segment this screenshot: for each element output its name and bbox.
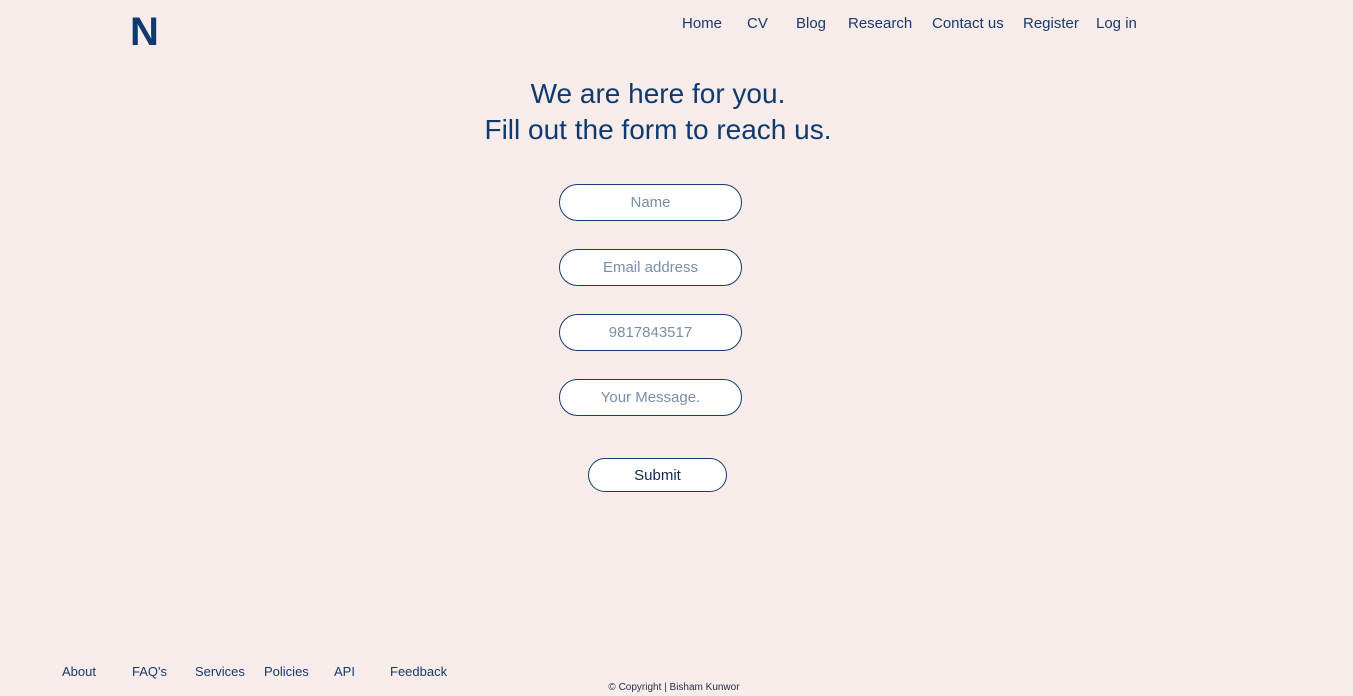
nav-register-link[interactable]: Register xyxy=(1023,15,1079,33)
hero-heading-line-1: We are here for you. xyxy=(530,78,786,109)
name-input[interactable] xyxy=(559,184,742,221)
copyright-text: © Copyright | Bisham Kunwor xyxy=(608,682,740,693)
phone-input[interactable] xyxy=(559,314,742,351)
footer-about-link[interactable]: About xyxy=(62,664,96,679)
footer-api-link[interactable]: API xyxy=(334,664,355,679)
footer-faq-link[interactable]: FAQ's xyxy=(132,664,167,679)
nav-blog-link[interactable]: Blog xyxy=(796,15,826,33)
footer-feedback-link[interactable]: Feedback xyxy=(390,664,447,679)
footer-policies-link[interactable]: Policies xyxy=(264,664,309,679)
nav-cv-link[interactable]: CV xyxy=(747,15,768,33)
email-input[interactable] xyxy=(559,249,742,286)
nav-research-link[interactable]: Research xyxy=(848,15,912,33)
nav-home-link[interactable]: Home xyxy=(682,15,722,33)
hero-heading-line-2: Fill out the form to reach us. xyxy=(484,114,832,145)
nav-contact-link[interactable]: Contact us xyxy=(932,15,1004,33)
site-logo[interactable]: N xyxy=(130,10,159,54)
footer-services-link[interactable]: Services xyxy=(195,664,245,679)
nav-login-link[interactable]: Log in xyxy=(1096,15,1137,33)
submit-button[interactable]: Submit xyxy=(588,458,727,492)
message-input[interactable] xyxy=(559,379,742,416)
